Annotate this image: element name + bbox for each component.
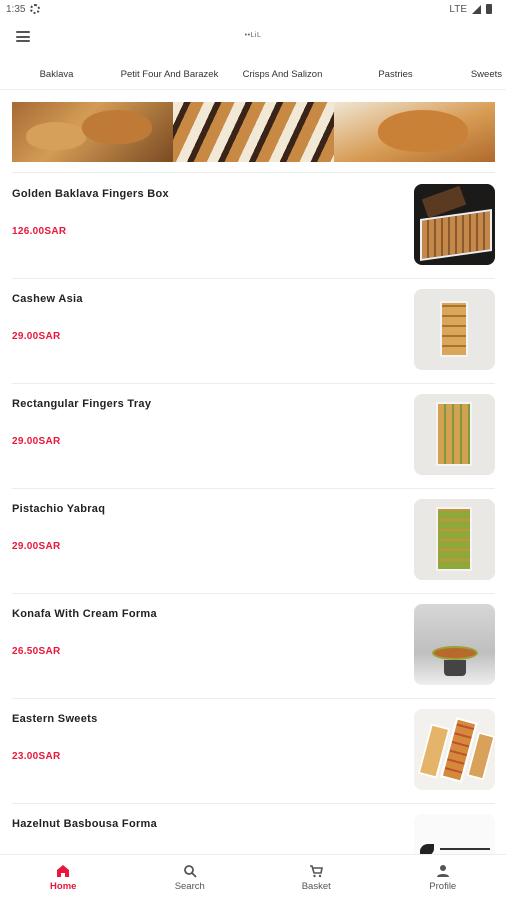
product-image (414, 394, 495, 475)
banner-image-croissant (334, 102, 495, 162)
product-price: 26.50SAR (12, 646, 61, 657)
app-bar: ••LiL (0, 18, 506, 56)
promo-banner[interactable] (12, 102, 495, 162)
signal-icon (472, 4, 481, 14)
product-name: Eastern Sweets (12, 713, 98, 725)
category-tabs: Baklava Petit Four And Barazek Crisps An… (0, 58, 506, 90)
cart-icon (309, 864, 324, 878)
product-image (414, 289, 495, 370)
tab-pastries[interactable]: Pastries (339, 58, 452, 89)
divider (12, 172, 495, 173)
product-name: Konafa With Cream Forma (12, 608, 157, 620)
nav-label: Search (174, 880, 205, 892)
tab-crisps[interactable]: Crisps And Salizon (226, 58, 339, 89)
bottom-navigation: Home Search Basket Profile (0, 854, 506, 900)
tab-baklava[interactable]: Baklava (0, 58, 113, 89)
banner-image-croissants (12, 102, 173, 162)
product-item[interactable]: Hazelnut Basbousa Forma (0, 804, 506, 854)
nav-label: Profile (429, 880, 457, 892)
product-price: 29.00SAR (12, 541, 61, 552)
profile-icon (436, 864, 450, 878)
search-icon (183, 864, 197, 878)
product-price: 29.00SAR (12, 436, 61, 447)
product-name: Rectangular Fingers Tray (12, 398, 152, 410)
app-logo: ••LiL (244, 32, 262, 39)
tab-sweets[interactable]: Sweets (452, 58, 506, 89)
product-item[interactable]: Konafa With Cream Forma 26.50SAR (0, 594, 506, 698)
product-name: Pistachio Yabraq (12, 503, 106, 515)
nav-profile[interactable]: Profile (380, 855, 506, 900)
banner-image-pastries (173, 102, 334, 162)
nav-label: Home (50, 880, 77, 892)
product-item[interactable]: Eastern Sweets 23.00SAR (0, 699, 506, 803)
nav-search[interactable]: Search (127, 855, 254, 900)
home-icon (56, 864, 70, 878)
product-name: Golden Baklava Fingers Box (12, 188, 169, 200)
network-label: LTE (449, 3, 467, 15)
product-image (414, 499, 495, 580)
nav-basket[interactable]: Basket (253, 855, 380, 900)
product-image (414, 814, 495, 854)
product-price: 126.00SAR (12, 226, 67, 237)
tab-petit-four[interactable]: Petit Four And Barazek (113, 58, 226, 89)
product-price: 23.00SAR (12, 751, 61, 762)
product-name: Hazelnut Basbousa Forma (12, 818, 158, 830)
settings-icon (30, 4, 41, 14)
product-price: 29.00SAR (12, 331, 61, 342)
status-time: 1:35 (6, 3, 26, 15)
battery-icon (486, 4, 492, 14)
product-item[interactable]: Golden Baklava Fingers Box 126.00SAR (0, 174, 506, 278)
product-name: Cashew Asia (12, 293, 83, 305)
product-item[interactable]: Cashew Asia 29.00SAR (0, 279, 506, 383)
product-image (414, 709, 495, 790)
product-item[interactable]: Rectangular Fingers Tray 29.00SAR (0, 384, 506, 488)
product-item[interactable]: Pistachio Yabraq 29.00SAR (0, 489, 506, 593)
product-image (414, 184, 495, 265)
nav-label: Basket (301, 880, 331, 892)
product-image (414, 604, 495, 685)
nav-home[interactable]: Home (0, 855, 127, 900)
status-bar: 1:35 LTE (0, 0, 506, 18)
